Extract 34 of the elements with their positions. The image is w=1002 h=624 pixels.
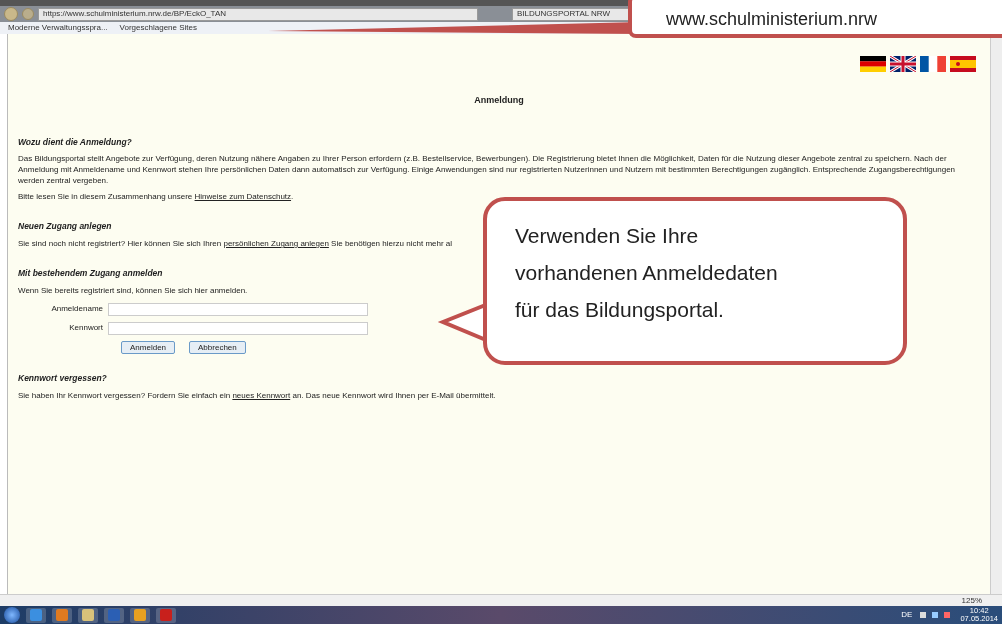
input-field[interactable] xyxy=(108,321,368,335)
taskbar-app-icon[interactable] xyxy=(26,607,46,623)
field-label: Kennwort xyxy=(68,322,103,335)
form-button[interactable]: Abbrechen xyxy=(189,340,246,354)
section-heading: Mit bestehendem Zugang anmelden xyxy=(18,267,163,280)
callout-text: Verwenden Sie Ihre vorhandenen Anmeldedaten für das Bildungsportal. xyxy=(515,223,779,323)
zoom-level[interactable]: 125% xyxy=(961,594,982,607)
french-flag-icon[interactable] xyxy=(920,56,946,72)
language-indicator[interactable]: DE xyxy=(901,609,913,621)
paragraph: Sie haben Ihr Kennwort vergessen? Fordern Sie einfach ein neues Kennwort an. Das neue Kennwort wird Ihnen per E-Mail übermittelt. xyxy=(18,389,497,401)
paragraph: Das Bildungsportal stellt Angebote zur Verfügung, deren Nutzung nähere Angaben zu Ihrer Person erfordern (z.B. Bestellservice, Bewerbungen). Die Registrierung bietet Ihnen die Möglichkeit, Daten für die Nutzung dieser Angebote zentral zu speichern. Nach der Anmeldung mit Anmeldename und Kennwort stehen Ihre persönlichen Daten dann automatisch zur Verfügung. Einige Anwendungen sind nur registrierten Nutzerinnen und Nutzern mit bestimmten Berechtigungen zugänglich. Entsprechende Zugangsberechtigungen werden zentral vergeben. xyxy=(18,153,957,187)
section-heading: Neuen Zugang anlegen xyxy=(18,220,112,233)
start-button[interactable] xyxy=(4,607,20,623)
field-label: Anmeldename xyxy=(50,303,103,316)
page-title: Anmeldung xyxy=(473,94,525,107)
british-flag-icon[interactable] xyxy=(890,56,916,72)
favorite-link[interactable]: Vorgeschlagene Sites xyxy=(119,22,197,34)
callout-text: www.schulministerium.nrw xyxy=(666,7,878,31)
paragraph: Wenn Sie bereits registriert sind, können Sie sich hier anmelden. xyxy=(18,284,249,296)
paragraph: Sie sind noch nicht registriert? Hier können Sie sich Ihren persönlichen Zugang anlegen Sie benötigen hierzu nicht mehr al xyxy=(18,238,454,249)
taskbar-app-icon[interactable] xyxy=(52,607,72,623)
german-flag-icon[interactable] xyxy=(860,56,886,72)
form-button[interactable]: Anmelden xyxy=(121,340,176,354)
paragraph: Bitte lesen Sie in diesem Zusammenhang unsere Hinweise zum Datenschutz. xyxy=(18,191,295,203)
spanish-flag-icon[interactable] xyxy=(950,56,976,72)
input-field[interactable] xyxy=(108,302,368,316)
text-link[interactable]: persönlichen Zugang anlegen xyxy=(223,239,329,248)
text-link[interactable]: neues Kennwort xyxy=(232,390,291,400)
taskbar-app-icon[interactable] xyxy=(130,607,150,623)
taskbar-app-icon[interactable] xyxy=(78,607,98,623)
address-field[interactable]: https://www.schulministerium.nrw.de/BP/EckO_TAN xyxy=(38,7,478,21)
section-heading: Kennwort vergessen? xyxy=(18,371,107,385)
section-heading: Wozu dient die Anmeldung? xyxy=(18,135,132,149)
favorite-link[interactable]: Moderne Verwaltungsspra... xyxy=(8,22,108,34)
